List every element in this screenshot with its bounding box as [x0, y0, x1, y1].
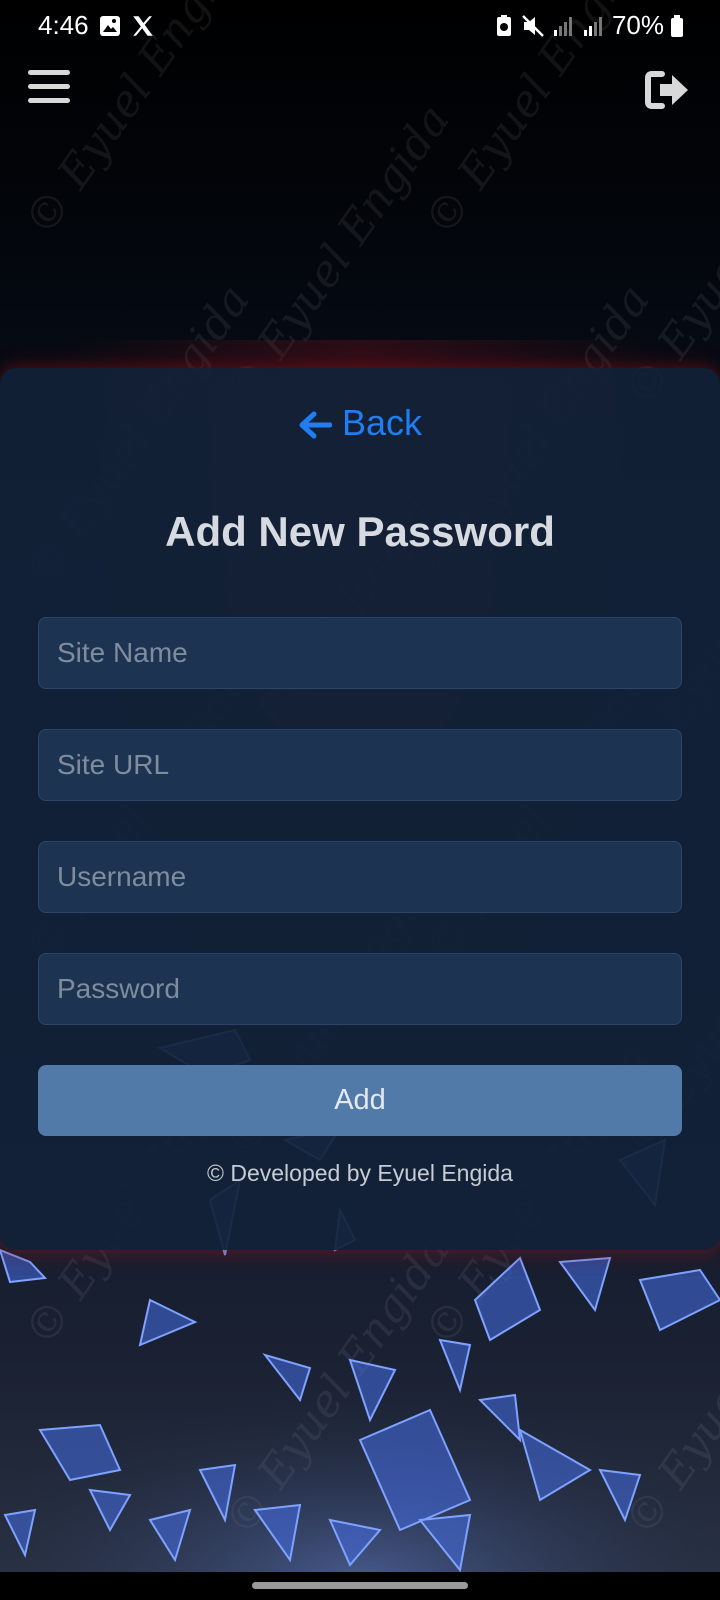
footer-credit: © Developed by Eyuel Engida: [207, 1160, 513, 1186]
password-input[interactable]: [38, 953, 682, 1025]
arrow-left-icon: [299, 411, 332, 439]
battery-saver-icon: [496, 14, 511, 36]
logout-icon[interactable]: [642, 66, 692, 114]
watermark: © Eyuel Engida: [214, 1225, 460, 1546]
site-name-input[interactable]: [38, 617, 682, 689]
status-left-icons: [98, 13, 156, 39]
add-button[interactable]: Add: [38, 1065, 682, 1136]
battery-icon: [671, 14, 683, 37]
hamburger-menu-icon[interactable]: [28, 70, 70, 110]
username-input[interactable]: [38, 841, 682, 913]
home-indicator[interactable]: [252, 1582, 468, 1589]
app-screen: © Eyuel Engida © Eyuel Engida © Eyuel En…: [0, 0, 720, 1600]
watermark: © Eyuel Engida: [614, 1226, 720, 1546]
signal-icon: [583, 16, 602, 36]
status-time: 4:46: [38, 10, 89, 40]
site-url-input[interactable]: [38, 729, 682, 801]
status-bar: 4:46 70%: [0, 0, 720, 52]
battery-percent: 70%: [611, 10, 664, 40]
image-icon: [100, 16, 120, 36]
back-label: Back: [341, 402, 423, 443]
status-right: 70%: [494, 10, 684, 41]
page-title: Add New Password: [165, 508, 555, 555]
signal-icon: [553, 16, 572, 36]
back-button[interactable]: Back: [0, 402, 720, 444]
mute-icon: [522, 14, 544, 37]
x-icon: [133, 16, 153, 36]
